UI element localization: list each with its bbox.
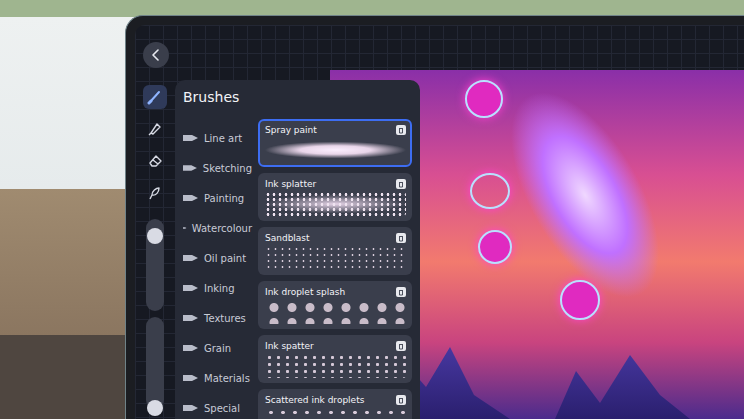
trash-icon[interactable] bbox=[396, 395, 406, 405]
tool-button[interactable] bbox=[143, 181, 167, 205]
slider-group bbox=[146, 219, 164, 409]
brush-list: Spray paint Ink splatter Sandblast Ink d… bbox=[258, 119, 412, 419]
brush-tip-icon bbox=[183, 314, 199, 322]
glow-circle bbox=[478, 230, 512, 264]
panel-columns: Line art Sketching Painting Watercolour … bbox=[183, 119, 412, 419]
brush-tip-icon bbox=[183, 224, 187, 232]
photo-background: Brushes Line art Sketching Painting Wate… bbox=[0, 0, 744, 419]
back-button[interactable] bbox=[143, 42, 169, 68]
stroke-preview bbox=[265, 354, 406, 378]
brush-card[interactable]: Scattered ink droplets bbox=[258, 389, 412, 419]
workspace: Brushes Line art Sketching Painting Wate… bbox=[175, 70, 744, 419]
brush-tip-icon bbox=[183, 344, 199, 352]
category-item[interactable]: Oil paint bbox=[183, 243, 252, 273]
smudge-icon bbox=[147, 185, 163, 201]
brush-tip-icon bbox=[183, 194, 199, 202]
top-bar bbox=[135, 25, 744, 70]
tool-button[interactable] bbox=[143, 149, 167, 173]
tool-button[interactable] bbox=[143, 85, 167, 109]
glow-circle bbox=[465, 80, 503, 118]
category-item[interactable]: Special bbox=[183, 393, 252, 419]
tool-rail bbox=[135, 70, 175, 419]
brush-tip-icon bbox=[183, 254, 199, 262]
trash-icon[interactable] bbox=[396, 233, 406, 243]
vertical-slider[interactable] bbox=[146, 219, 164, 311]
brush-icon bbox=[147, 89, 163, 105]
astronaut-figure bbox=[480, 70, 690, 322]
brush-card[interactable]: Ink splatter bbox=[258, 173, 412, 221]
brush-card[interactable]: Ink droplet splash bbox=[258, 281, 412, 329]
brush-tip-icon bbox=[183, 404, 199, 412]
brush-tip-icon bbox=[183, 374, 199, 382]
trash-icon[interactable] bbox=[396, 179, 406, 189]
panel-title: Brushes bbox=[183, 88, 412, 106]
glow-circle bbox=[470, 173, 510, 209]
brush-card-header: Spray paint bbox=[265, 124, 406, 136]
tablet-bezel: Brushes Line art Sketching Painting Wate… bbox=[125, 15, 744, 419]
category-item[interactable]: Grain bbox=[183, 333, 252, 363]
category-item[interactable]: Painting bbox=[183, 183, 252, 213]
slider-knob[interactable] bbox=[147, 228, 163, 244]
stroke-preview bbox=[265, 138, 406, 162]
trash-icon[interactable] bbox=[396, 125, 406, 135]
brush-name: Ink splatter bbox=[265, 178, 316, 190]
brush-card[interactable]: Ink spatter bbox=[258, 335, 412, 383]
brush-name: Ink spatter bbox=[265, 340, 314, 352]
brush-name: Spray paint bbox=[265, 124, 317, 136]
brush-tip-icon bbox=[183, 164, 198, 172]
brush-name: Ink droplet splash bbox=[265, 286, 345, 298]
brush-card-header: Sandblast bbox=[265, 232, 406, 244]
stroke-preview bbox=[265, 408, 406, 419]
app-screen: Brushes Line art Sketching Painting Wate… bbox=[135, 25, 744, 419]
brush-name: Sandblast bbox=[265, 232, 310, 244]
app-body: Brushes Line art Sketching Painting Wate… bbox=[135, 70, 744, 419]
tool-button[interactable] bbox=[143, 117, 167, 141]
brush-card[interactable]: Spray paint bbox=[258, 119, 412, 167]
pen-icon bbox=[147, 121, 163, 137]
stroke-preview bbox=[265, 246, 406, 270]
brushes-panel: Brushes Line art Sketching Painting Wate… bbox=[175, 80, 420, 419]
category-item[interactable]: Watercolour bbox=[183, 213, 252, 243]
slider-knob[interactable] bbox=[147, 400, 163, 416]
trash-icon[interactable] bbox=[396, 287, 406, 297]
category-item[interactable]: Line art bbox=[183, 123, 252, 153]
rock-silhouette bbox=[390, 339, 690, 419]
brush-card-header: Ink droplet splash bbox=[265, 286, 406, 298]
category-list: Line art Sketching Painting Watercolour … bbox=[183, 123, 252, 419]
brush-card-header: Ink splatter bbox=[265, 178, 406, 190]
brush-card[interactable]: Sandblast bbox=[258, 227, 412, 275]
category-item[interactable]: Inking bbox=[183, 273, 252, 303]
trash-icon[interactable] bbox=[396, 341, 406, 351]
chevron-left-icon bbox=[150, 49, 162, 61]
brush-card-header: Scattered ink droplets bbox=[265, 394, 406, 406]
category-item[interactable]: Textures bbox=[183, 303, 252, 333]
category-item[interactable]: Sketching bbox=[183, 153, 252, 183]
category-item[interactable]: Materials bbox=[183, 363, 252, 393]
brush-tip-icon bbox=[183, 284, 199, 292]
stroke-preview bbox=[265, 300, 406, 324]
vertical-slider[interactable] bbox=[146, 317, 164, 409]
brush-tip-icon bbox=[183, 134, 199, 142]
stroke-preview bbox=[265, 192, 406, 216]
eraser-icon bbox=[147, 153, 163, 169]
brush-card-header: Ink spatter bbox=[265, 340, 406, 352]
brush-name: Scattered ink droplets bbox=[265, 394, 364, 406]
